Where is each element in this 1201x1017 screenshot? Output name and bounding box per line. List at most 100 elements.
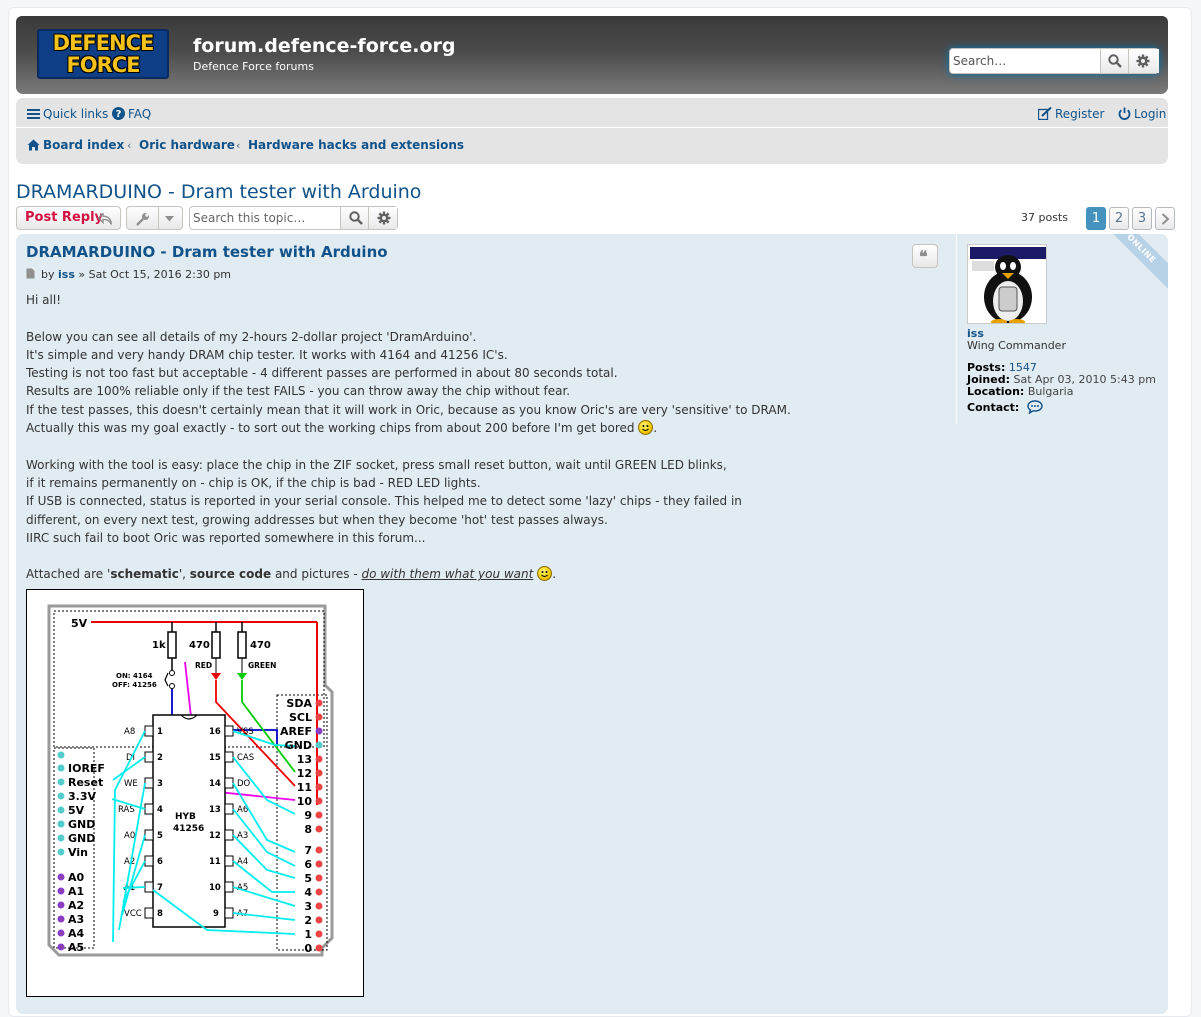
post-line: IIRC such fail to boot Oric was reported… [26, 530, 426, 545]
attached-prefix: Attached are ' [26, 567, 111, 582]
post: DRAMARDUINO - Dram tester with Arduino ❝… [16, 234, 1168, 1014]
profile-contact: Contact: [967, 400, 1043, 415]
pin-label: RAS [118, 805, 135, 815]
topic-tools-button[interactable] [126, 206, 183, 230]
chevron-right-icon [1161, 213, 1169, 225]
search-button[interactable] [1100, 49, 1128, 73]
breadcrumb-hardware-hacks[interactable]: Hardware hacks and extensions [248, 138, 464, 152]
site-logo[interactable]: DEFENCE FORCE [37, 29, 169, 79]
question-icon: ? [112, 107, 125, 120]
register-link[interactable]: Register [1037, 106, 1105, 121]
header-label: 11 [297, 781, 312, 794]
pin-num: 10 [209, 883, 221, 893]
breadcrumb-board-index[interactable]: Board index [27, 138, 124, 152]
pin-num: 2 [157, 753, 163, 763]
profile-location-label: Location: [967, 385, 1025, 398]
post-line: Working with the tool is easy: place the… [26, 457, 727, 472]
header-label: 13 [297, 753, 312, 766]
pin-label: DO [237, 779, 251, 789]
post-reply-button[interactable]: Post Reply [16, 206, 121, 230]
header-label: A4 [68, 927, 85, 940]
header-label: 0 [304, 942, 312, 955]
topic-search [189, 206, 398, 230]
post-profile: ONLINE iss Wing Commander Posts: 1547 Jo… [956, 234, 1168, 424]
breadcrumb-separator: ‹ [236, 139, 241, 152]
header-label: SDA [286, 697, 312, 710]
header-label: 12 [297, 767, 312, 780]
post-attachments-line: Attached are 'schematic', source code an… [26, 565, 906, 583]
chip-label-1: HYB [175, 812, 196, 822]
schematic-image[interactable]: 5V 1k 470 470 RED GREEN ON: 4164 OFF: 41… [26, 589, 364, 997]
page-3-button[interactable]: 3 [1132, 207, 1152, 230]
quick-links-menu[interactable]: Quick links [27, 107, 108, 121]
header-label: 9 [304, 809, 312, 822]
topic-search-button[interactable] [340, 207, 369, 229]
faq-link[interactable]: ? FAQ [112, 107, 151, 121]
penguin-avatar-icon [968, 245, 1046, 323]
topic-title[interactable]: DRAMARDUINO - Dram tester with Arduino [16, 181, 421, 203]
profile-rank: Wing Commander [967, 339, 1066, 352]
profile-location: Location: Bulgaria [967, 385, 1073, 398]
gear-icon [1136, 54, 1150, 68]
page-1-button[interactable]: 1 [1086, 207, 1106, 230]
online-badge: ONLINE [1095, 234, 1168, 295]
chip-label-2: 41256 [173, 824, 204, 834]
login-link[interactable]: Login [1118, 107, 1166, 121]
pin-num: 13 [209, 805, 221, 815]
post-title[interactable]: DRAMARDUINO - Dram tester with Arduino [26, 243, 388, 261]
post-body: Hi all! Below you can see all details of… [26, 291, 906, 584]
topic-advanced-search-button[interactable] [368, 207, 397, 229]
header-label: 7 [304, 844, 312, 857]
quick-links-label: Quick links [43, 107, 109, 121]
advanced-search-button[interactable] [1128, 49, 1159, 73]
post-line: Below you can see all details of my 2-ho… [26, 329, 477, 344]
pin-num: 5 [157, 831, 163, 841]
quote-button[interactable]: ❝ [912, 244, 938, 268]
header-label: 3 [304, 900, 312, 913]
header-label: Reset [68, 776, 103, 789]
header-search-input[interactable] [950, 49, 1100, 73]
label-r3: 470 [250, 640, 271, 651]
schematic-drawing: 5V 1k 470 470 RED GREEN ON: 4164 OFF: 41… [47, 604, 334, 957]
topic-search-input[interactable] [190, 207, 340, 229]
tools-divider [158, 207, 159, 229]
post-file-icon[interactable] [26, 268, 35, 279]
post-line: Results are 100% reliable only if the te… [26, 384, 571, 399]
search-icon [1108, 54, 1122, 68]
next-page-button[interactable] [1155, 207, 1175, 230]
post-blank-line [26, 437, 906, 455]
pin-label: A0 [124, 831, 135, 841]
chat-bubble-icon[interactable] [1027, 400, 1043, 415]
header-label: 10 [297, 795, 313, 808]
site-title[interactable]: forum.defence-force.org [193, 35, 456, 57]
home-icon [27, 139, 40, 151]
post-line: different, on every next test, growing a… [26, 512, 608, 527]
logo-text-2: FORCE [66, 53, 140, 77]
label-red: RED [195, 661, 212, 670]
post-author-link[interactable]: iss [58, 268, 75, 281]
pin-num: 1 [157, 727, 163, 737]
pin-label: WE [124, 779, 138, 789]
register-label: Register [1055, 107, 1105, 121]
post-line: It's simple and very handy DRAM chip tes… [26, 347, 508, 362]
faq-label: FAQ [128, 107, 152, 121]
header-label: A3 [68, 913, 84, 926]
post-line: Testing is not too fast but acceptable -… [26, 366, 618, 381]
profile-location-value: Bulgaria [1027, 385, 1074, 398]
post-line-with-smiley: Actually this was my goal exactly - to s… [26, 420, 658, 436]
smiley-icon [537, 566, 553, 582]
header-label: AREF [280, 725, 312, 738]
post-blank-line [26, 309, 906, 327]
post-count: 37 posts [1021, 211, 1068, 224]
caret-down-icon [165, 216, 174, 222]
breadcrumb-oric-hardware[interactable]: Oric hardware [139, 138, 235, 152]
header-label: GND [68, 818, 95, 831]
avatar[interactable] [967, 244, 1047, 324]
page-2-button[interactable]: 2 [1109, 207, 1129, 230]
pin-num: 4 [157, 805, 163, 815]
edit-icon [1037, 106, 1052, 121]
attachment-link[interactable]: do with them what you want [361, 567, 533, 581]
pin-label: VCC [124, 909, 142, 919]
header-label: 5V [68, 804, 85, 817]
header-label: Vin [68, 846, 88, 859]
